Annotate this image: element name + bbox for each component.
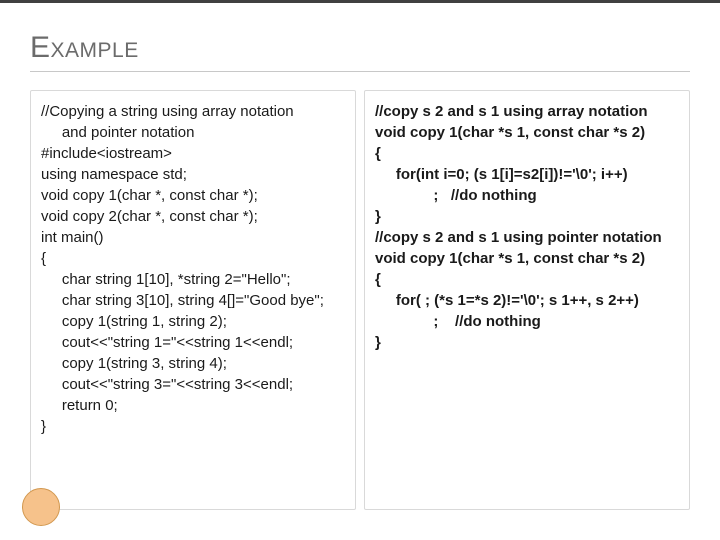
- slide: Example //Copying a string using array n…: [0, 0, 720, 540]
- slide-title: Example: [30, 31, 690, 72]
- left-code-block: //Copying a string using array notation …: [30, 90, 356, 510]
- decorative-circle-icon: [22, 488, 60, 526]
- columns: //Copying a string using array notation …: [30, 90, 690, 510]
- right-code-block: //copy s 2 and s 1 using array notation …: [364, 90, 690, 510]
